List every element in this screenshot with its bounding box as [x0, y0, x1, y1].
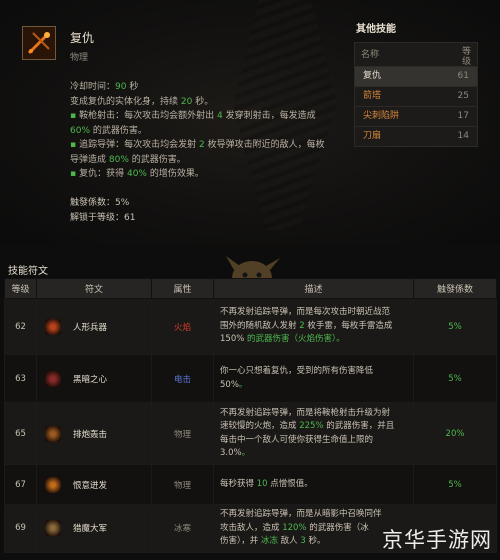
rune-attribute: 物理 [151, 464, 214, 505]
other-skill-level: 14 [457, 131, 469, 141]
rune-cell: 恨意迸发 [36, 464, 152, 505]
skill-type: 物理 [70, 53, 89, 63]
description-line: 导弹造成 80% 的武器伤害。 [70, 154, 186, 165]
description-line: ▪ 复仇：获得 40% 的增伤效果。 [70, 169, 204, 179]
other-skill-level: 61 [457, 71, 469, 81]
description-line: 变成复仇的实体化身，持续 20 秒。 [70, 96, 214, 107]
rune-column-header: 描述 [213, 278, 414, 299]
rune-name: 排炮轰击 [73, 429, 108, 440]
other-skill-name: 箭塔 [363, 91, 382, 101]
rune-attribute: 火焰 [151, 298, 214, 355]
rune-level: 69 [4, 504, 37, 553]
rune-cell: 黑暗之心 [36, 354, 152, 403]
rune-description: 每秒获得 10 点憎恨值。 [213, 464, 414, 505]
rune-icon [45, 425, 61, 442]
rune-icon [45, 476, 61, 493]
rune-cell: 排炮轰击 [36, 402, 152, 465]
rune-description: 不再发射追踪导弹，而是每次攻击时朝近战范 围外的随机敌人发射 2 枚手雷，每枚手雷… [213, 298, 414, 355]
other-skill-name: 刀扇 [363, 131, 382, 141]
other-skills-list: 名称 等级 复仇 61 箭塔 25 尖刺陷阱 17 刀扇 14 [354, 42, 478, 147]
rune-section-title: 技能符文 [8, 266, 48, 277]
other-skill-name: 尖刺陷阱 [363, 111, 400, 121]
other-skill-item[interactable]: 箭塔 25 [355, 87, 477, 107]
rune-row: 62 人形兵器 火焰 不再发射追踪导弹，而是每次攻击时朝近战范 围外的随机敌人发射 2 … [4, 298, 497, 355]
rune-ratio: 5% [413, 464, 497, 505]
description-line: 冷却时间：90 秒 [70, 82, 139, 92]
skill-stats: 触發係数：5% 解锁于等级：61 [70, 196, 135, 226]
description-line: 60% 的武器伤害。 [70, 125, 147, 136]
rune-attribute: 物理 [151, 402, 214, 465]
rune-row: 63 黑暗之心 电击 你一心只想着复仇，受到的所有伤害降低 50%。 5% [4, 354, 497, 403]
rune-icon [45, 370, 61, 387]
rune-cell: 人形兵器 [36, 298, 152, 355]
rune-name: 恨意迸发 [73, 480, 108, 491]
other-skill-level: 25 [457, 91, 469, 101]
bullet-icon: ▪ [70, 111, 77, 121]
other-skill-name: 复仇 [363, 71, 382, 81]
other-skills-header: 名称 等级 [355, 43, 477, 67]
unlock-level: 解锁于等级：61 [70, 213, 136, 223]
watermark: 京华手游网 [382, 528, 492, 552]
rune-attribute: 电击 [151, 354, 214, 403]
col-level: 等级 [461, 47, 471, 67]
rune-ratio: 20% [413, 402, 497, 465]
rune-icon [45, 520, 61, 537]
skill-name: 复仇 [70, 31, 95, 45]
description-line: ▪ 追踪导弹：每次攻击均会发射 2 枚导弹攻击附近的敌人，每枚 [70, 140, 325, 150]
rune-icon [45, 318, 61, 335]
rune-level: 62 [4, 298, 37, 355]
bullet-icon: ▪ [70, 169, 77, 179]
description-line: ▪ 鞍枪射击：每次攻击均会额外射出 4 发穿刺射击，每发造成 [70, 111, 316, 121]
rune-description: 你一心只想着复仇，受到的所有伤害降低 50%。 [213, 354, 414, 403]
crossbow-icon [23, 27, 55, 59]
rune-attribute: 冰寒 [151, 504, 214, 553]
rune-cell: 猎魔大军 [36, 504, 152, 553]
other-skill-item[interactable]: 复仇 61 [355, 67, 477, 87]
trigger-ratio: 触發係数：5% [70, 198, 130, 208]
skill-icon [22, 26, 56, 60]
col-name: 名称 [361, 50, 380, 60]
other-skill-item[interactable]: 尖刺陷阱 17 [355, 107, 477, 127]
other-skill-item[interactable]: 刀扇 14 [355, 127, 477, 146]
skill-description: 冷却时间：90 秒变成复仇的实体化身，持续 20 秒。 ▪ 鞍枪射击：每次攻击均会额… [70, 80, 350, 182]
rune-level: 65 [4, 402, 37, 465]
rune-row: 67 恨意迸发 物理 每秒获得 10 点憎恨值。 5% [4, 464, 497, 505]
rune-row: 65 排炮轰击 物理 不再发射追踪导弹，而是将鞍枪射击升级为射 速较慢的火炮，造成 22… [4, 402, 497, 465]
other-skill-level: 17 [457, 111, 469, 121]
rune-ratio: 5% [413, 354, 497, 403]
rune-name: 猎魔大军 [73, 524, 108, 535]
rune-column-header: 符文 [36, 278, 152, 299]
rune-level: 67 [4, 464, 37, 505]
rune-column-header: 属性 [151, 278, 214, 299]
rune-table: 等级 符文 属性 描述 触發係数 62 人形兵器 火焰 不再发射追踪导弹，而是每次攻击时朝近战… [4, 278, 497, 553]
rune-table-header: 等级 符文 属性 描述 触發係数 [4, 278, 497, 299]
rune-ratio: 5% [413, 298, 497, 355]
rune-column-header: 等级 [4, 278, 37, 299]
rune-column-header: 触發係数 [413, 278, 497, 299]
rune-level: 63 [4, 354, 37, 403]
rune-name: 人形兵器 [73, 322, 108, 333]
rune-name: 黑暗之心 [73, 374, 108, 385]
rune-description: 不再发射追踪导弹，而是将鞍枪射击升级为射 速较慢的火炮，造成 225% 的武器伤害… [213, 402, 414, 465]
bullet-icon: ▪ [70, 140, 77, 150]
other-skills-title: 其他技能 [356, 24, 396, 35]
